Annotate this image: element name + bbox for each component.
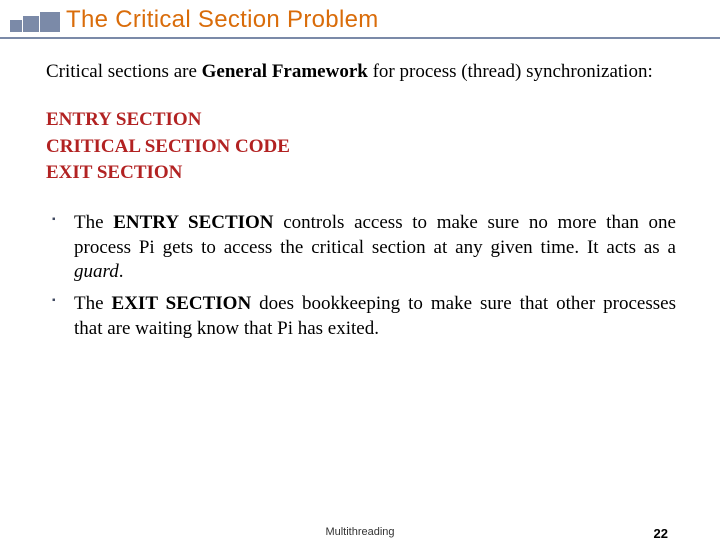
intro-prefix: Critical sections are — [46, 61, 202, 82]
intro-suffix: for process (thread) synchronization: — [368, 61, 653, 82]
intro-bold: General Framework — [202, 61, 368, 82]
slide: The Critical Section Problem Critical se… — [0, 0, 720, 540]
title-band: The Critical Section Problem — [0, 0, 720, 42]
title-decoration — [10, 12, 60, 32]
content-area: Critical sections are General Framework … — [0, 42, 720, 341]
page-number: 22 — [654, 526, 668, 541]
bullet-list: The ENTRY SECTION controls access to mak… — [46, 211, 676, 341]
text: The — [74, 293, 112, 314]
square-icon — [23, 16, 39, 32]
square-icon — [10, 20, 22, 32]
critical-section-label: CRITICAL SECTION CODE — [46, 135, 676, 159]
text-bold: ENTRY SECTION — [113, 212, 273, 233]
title-underline — [0, 37, 720, 39]
list-item: The ENTRY SECTION controls access to mak… — [74, 211, 676, 284]
square-icon — [40, 12, 60, 32]
text: . — [119, 261, 124, 282]
text-bold: EXIT SECTION — [112, 293, 252, 314]
entry-section-label: ENTRY SECTION — [46, 108, 676, 132]
page-title: The Critical Section Problem — [66, 6, 379, 34]
list-item: The EXIT SECTION does bookkeeping to mak… — [74, 292, 676, 341]
text: The — [74, 212, 113, 233]
framework-lines: ENTRY SECTION CRITICAL SECTION CODE EXIT… — [46, 108, 676, 185]
exit-section-label: EXIT SECTION — [46, 161, 676, 185]
footer-label: Multithreading — [0, 526, 720, 538]
text-italic: guard — [74, 261, 119, 282]
intro-paragraph: Critical sections are General Framework … — [46, 60, 676, 84]
